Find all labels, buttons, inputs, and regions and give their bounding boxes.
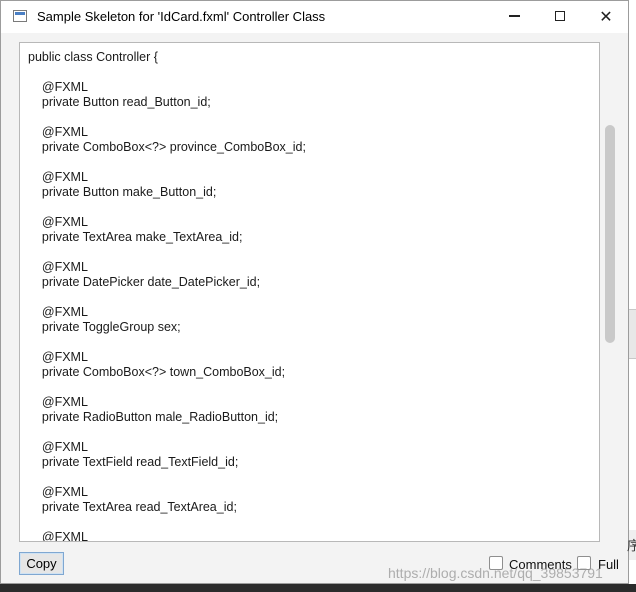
minimize-icon	[508, 15, 520, 17]
code-line: @FXML	[28, 125, 88, 139]
code-line: private Button read_Button_id;	[28, 95, 211, 109]
code-line: private ToggleGroup sex;	[28, 320, 181, 334]
code-line: @FXML	[28, 530, 88, 542]
code-line: private TextArea make_TextArea_id;	[28, 230, 243, 244]
maximize-button[interactable]	[537, 1, 583, 31]
code-line: @FXML	[28, 485, 88, 499]
code-line: public class Controller {	[28, 50, 158, 64]
code-line: private TextField read_TextField_id;	[28, 455, 239, 469]
background-control	[629, 309, 636, 359]
maximize-icon	[555, 11, 565, 21]
watermark-text: https://blog.csdn.net/qq_39853791	[388, 565, 603, 581]
title-bar[interactable]: Sample Skeleton for 'IdCard.fxml' Contro…	[1, 1, 628, 33]
code-line: private Button make_Button_id;	[28, 185, 217, 199]
code-line: @FXML	[28, 170, 88, 184]
code-line: @FXML	[28, 260, 88, 274]
code-text-area[interactable]: public class Controller { @FXML private …	[19, 42, 600, 542]
code-line: private ComboBox<?> province_ComboBox_id…	[28, 140, 306, 154]
copy-button[interactable]: Copy	[19, 552, 64, 575]
minimize-button[interactable]	[491, 1, 537, 31]
code-line: @FXML	[28, 440, 88, 454]
code-line: private RadioButton male_RadioButton_id;	[28, 410, 279, 424]
window-app-icon	[13, 10, 27, 22]
code-line: private ComboBox<?> town_ComboBox_id;	[28, 365, 286, 379]
code-line: @FXML	[28, 395, 88, 409]
code-line: @FXML	[28, 350, 88, 364]
code-lines: public class Controller { @FXML private …	[28, 50, 306, 542]
code-line: @FXML	[28, 305, 88, 319]
background-text: 序	[627, 538, 636, 553]
code-line: private DatePicker date_DatePicker_id;	[28, 275, 261, 289]
code-line: @FXML	[28, 215, 88, 229]
code-line: private TextArea read_TextArea_id;	[28, 500, 237, 514]
code-line: @FXML	[28, 80, 88, 94]
window-title: Sample Skeleton for 'IdCard.fxml' Contro…	[37, 9, 326, 24]
background-window-edge	[629, 0, 636, 584]
scrollbar-thumb[interactable]	[605, 125, 615, 343]
controller-skeleton-window: Sample Skeleton for 'IdCard.fxml' Contro…	[0, 0, 629, 584]
background-taskbar-edge	[0, 584, 636, 592]
close-button[interactable]: ✕	[583, 1, 628, 31]
close-icon: ✕	[599, 6, 613, 26]
